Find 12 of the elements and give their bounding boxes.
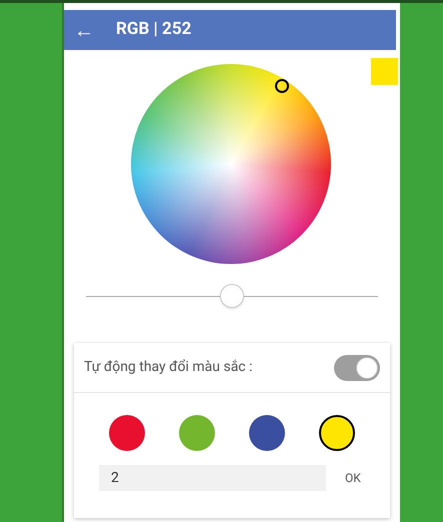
color-swatch[interactable] (109, 415, 145, 451)
auto-color-label: Tự động thay đổi màu sắc : (84, 358, 252, 377)
color-swatch[interactable] (249, 415, 285, 451)
wheel-marker[interactable] (275, 79, 289, 93)
speed-input[interactable]: 2 (99, 465, 326, 491)
ok-button[interactable]: OK (341, 465, 365, 491)
slider-thumb[interactable] (220, 284, 244, 308)
back-button[interactable]: ← (74, 20, 94, 40)
toggle-switch[interactable] (334, 354, 380, 380)
color-swatch[interactable] (179, 415, 215, 451)
color-swatch[interactable] (319, 415, 355, 451)
screen-title: RGB | 252 (116, 18, 192, 42)
